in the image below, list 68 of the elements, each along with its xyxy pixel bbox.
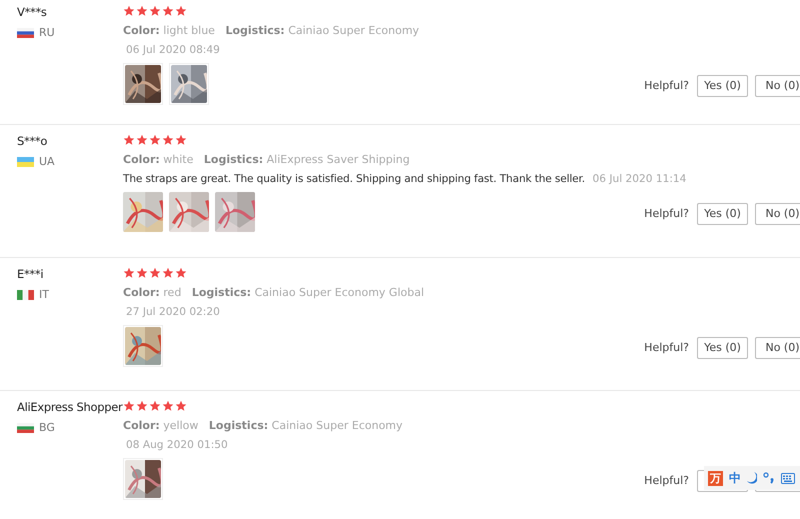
country-code: UA [39,155,55,168]
star-icon [175,5,187,17]
helpful-label: Helpful? [644,207,689,220]
yes-button[interactable]: Yes (0) [697,336,748,358]
helpful-label: Helpful? [644,341,689,354]
review-date: 27 Jul 2020 02:20 [126,306,220,318]
star-icon [175,134,187,146]
logistics-label: Logistics: [225,24,285,37]
color-value: yellow [163,419,198,432]
star-icon [162,267,174,279]
moon-icon[interactable] [747,472,757,484]
star-icon [149,400,161,412]
logistics-value: Cainiao Super Economy [288,24,420,37]
star-icon [123,267,135,279]
flag-icon [17,156,34,166]
star-icon [149,134,161,146]
color-label: Color: [123,419,160,432]
star-icon [162,5,174,17]
flag-icon [17,290,34,300]
keyboard-icon[interactable] [781,472,795,484]
star-icon [136,267,148,279]
star-icon [123,400,135,412]
yes-button[interactable]: Yes (0) [697,202,748,224]
star-icon [162,400,174,412]
star-icon [136,134,148,146]
logistics-value: Cainiao Super Economy [272,419,403,432]
no-button[interactable]: No (0) [755,336,800,358]
review-date: 08 Aug 2020 01:50 [126,439,228,451]
country-code: BG [39,421,55,434]
color-value: light blue [163,24,215,37]
yes-button[interactable]: Yes (0) [697,74,748,96]
star-icon [175,400,187,412]
star-icon [136,400,148,412]
helpful-label: Helpful? [644,474,689,487]
color-label: Color: [123,153,160,166]
logistics-value: Cainiao Super Economy Global [254,286,424,299]
color-value: red [163,286,182,299]
punctuation-icon[interactable] [763,472,775,484]
logistics-label: Logistics: [204,153,264,166]
flag-icon [17,28,34,38]
color-label: Color: [123,286,160,299]
logistics-value: AliExpress Saver Shipping [266,153,410,166]
star-icon [162,134,174,146]
review-text: The straps are great. The quality is satisfied. Shipping and shipping fast. Thank the seller. [123,173,586,185]
reviewer-name: S***o [17,134,48,148]
reviewer-name: V***s [17,5,48,19]
reviewer-name: AliExpress Shopper [17,400,123,414]
country-code: IT [39,288,49,301]
color-value: white [163,153,194,166]
logistics-label: Logistics: [208,419,268,432]
logistics-label: Logistics: [192,286,252,299]
input-mode-toggle[interactable]: 中 [729,470,741,486]
country-code: RU [39,26,55,39]
color-label: Color: [123,24,160,37]
review-date: 06 Jul 2020 08:49 [126,44,220,56]
star-icon [149,267,161,279]
star-icon [175,267,187,279]
no-button[interactable]: No (0) [755,202,800,224]
star-icon [136,5,148,17]
no-button[interactable]: No (0) [755,74,800,96]
star-icon [149,5,161,17]
flag-icon [17,422,34,432]
review-date: 06 Jul 2020 11:14 [592,173,686,185]
reviewer-name: E***i [17,267,44,281]
star-icon [123,134,135,146]
star-icon [123,5,135,17]
helpful-label: Helpful? [644,79,689,92]
ime-logo[interactable]: 万 [708,470,723,486]
